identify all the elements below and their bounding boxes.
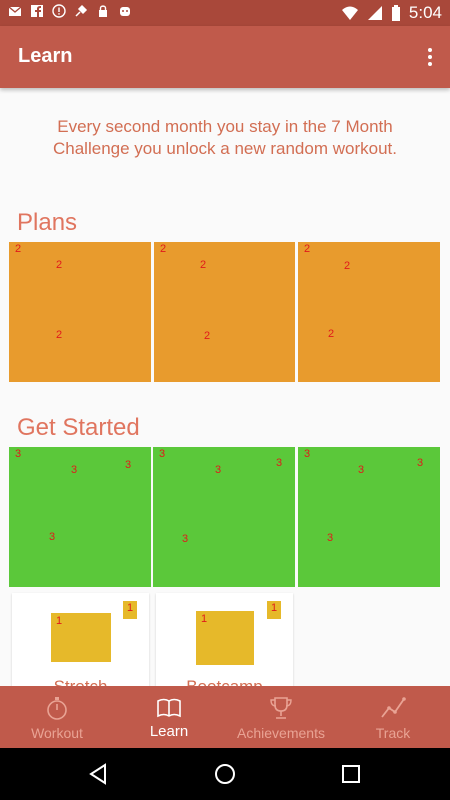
tile-marker: 3	[159, 448, 166, 460]
nav-label: Achievements	[237, 725, 325, 741]
status-bar: 5:04	[0, 0, 450, 26]
nav-learn[interactable]: Learn	[113, 686, 225, 748]
workout-card-badge: 1	[267, 601, 281, 619]
stopwatch-icon	[47, 697, 67, 720]
status-time: 5:04	[408, 3, 442, 22]
tile-marker: 3	[71, 464, 78, 476]
tile-marker: 3	[182, 533, 189, 545]
tile-marker: 2	[204, 330, 211, 342]
workout-card-label: Stretch	[12, 677, 149, 686]
back-icon[interactable]	[86, 762, 110, 786]
nav-workout[interactable]: Workout	[1, 686, 113, 748]
tile-marker: 3	[49, 531, 56, 543]
tile-marker: 2	[304, 243, 311, 255]
trophy-icon	[270, 697, 292, 719]
tile-marker: 3	[125, 459, 132, 471]
plan-tile[interactable]: 2 2 2	[298, 242, 440, 382]
get-started-tile[interactable]: 3 3 3 3	[9, 447, 151, 587]
tile-marker: 3	[215, 464, 222, 476]
get-started-tile[interactable]: 3 3 3 3	[153, 447, 295, 587]
tile-marker: 1	[201, 613, 208, 625]
nav-label: Learn	[149, 723, 189, 740]
facebook-icon	[31, 5, 43, 17]
intro-text: Every second month you stay in the 7 Mon…	[53, 117, 397, 158]
app-bar: Learn	[0, 26, 450, 88]
tile-marker: 3	[276, 457, 283, 469]
workout-card-image: 1	[196, 611, 254, 665]
tile-marker: 2	[344, 260, 351, 272]
nav-track[interactable]: Track	[337, 686, 449, 748]
tile-marker: 2	[328, 328, 335, 340]
home-icon[interactable]	[213, 762, 237, 786]
android-icon	[120, 7, 130, 16]
lock-icon	[99, 5, 107, 17]
book-icon	[157, 698, 181, 718]
workout-card-label: Bootcamp	[156, 677, 293, 686]
tile-marker: 2	[160, 243, 167, 255]
tile-marker: 3	[327, 532, 334, 544]
bottom-nav: Workout Learn Achievements Track	[0, 686, 450, 748]
tile-marker: 2	[15, 243, 22, 255]
page-title: Learn	[18, 45, 73, 67]
tile-marker: 1	[56, 615, 63, 627]
signal-icon	[367, 6, 382, 20]
nav-label: Workout	[31, 725, 83, 741]
tile-marker: 3	[304, 448, 311, 460]
tile-marker: 2	[56, 329, 63, 341]
recents-icon[interactable]	[339, 762, 363, 786]
workout-card-stretch[interactable]: 1 1 Stretch	[12, 593, 149, 686]
workout-card-image: 1	[51, 613, 111, 662]
tile-marker: 3	[417, 457, 424, 469]
alert-icon	[52, 4, 66, 18]
battery-icon	[391, 5, 400, 21]
system-nav-bar	[0, 748, 450, 800]
tile-marker: 3	[15, 448, 22, 460]
satellite-icon	[75, 4, 88, 17]
workout-card-badge: 1	[123, 601, 137, 619]
plan-tile[interactable]: 2 2 2	[9, 242, 151, 382]
tile-marker: 3	[358, 464, 365, 476]
nav-label: Track	[375, 725, 411, 741]
email-icon	[8, 6, 22, 16]
overflow-menu-icon[interactable]	[426, 44, 434, 70]
tile-marker: 2	[56, 259, 63, 271]
plan-tile[interactable]: 2 2 2	[154, 242, 295, 382]
line-chart-icon	[381, 697, 406, 718]
wifi-icon	[341, 6, 358, 20]
learn-content[interactable]: Every second month you stay in the 7 Mon…	[0, 88, 450, 686]
get-started-section-title: Get Started	[17, 414, 140, 441]
get-started-tile[interactable]: 3 3 3 3	[298, 447, 440, 587]
tile-marker: 2	[200, 259, 207, 271]
workout-card-bootcamp[interactable]: 1 1 Bootcamp	[156, 593, 293, 686]
plans-section-title: Plans	[17, 209, 78, 236]
nav-achievements[interactable]: Achievements	[225, 686, 337, 748]
